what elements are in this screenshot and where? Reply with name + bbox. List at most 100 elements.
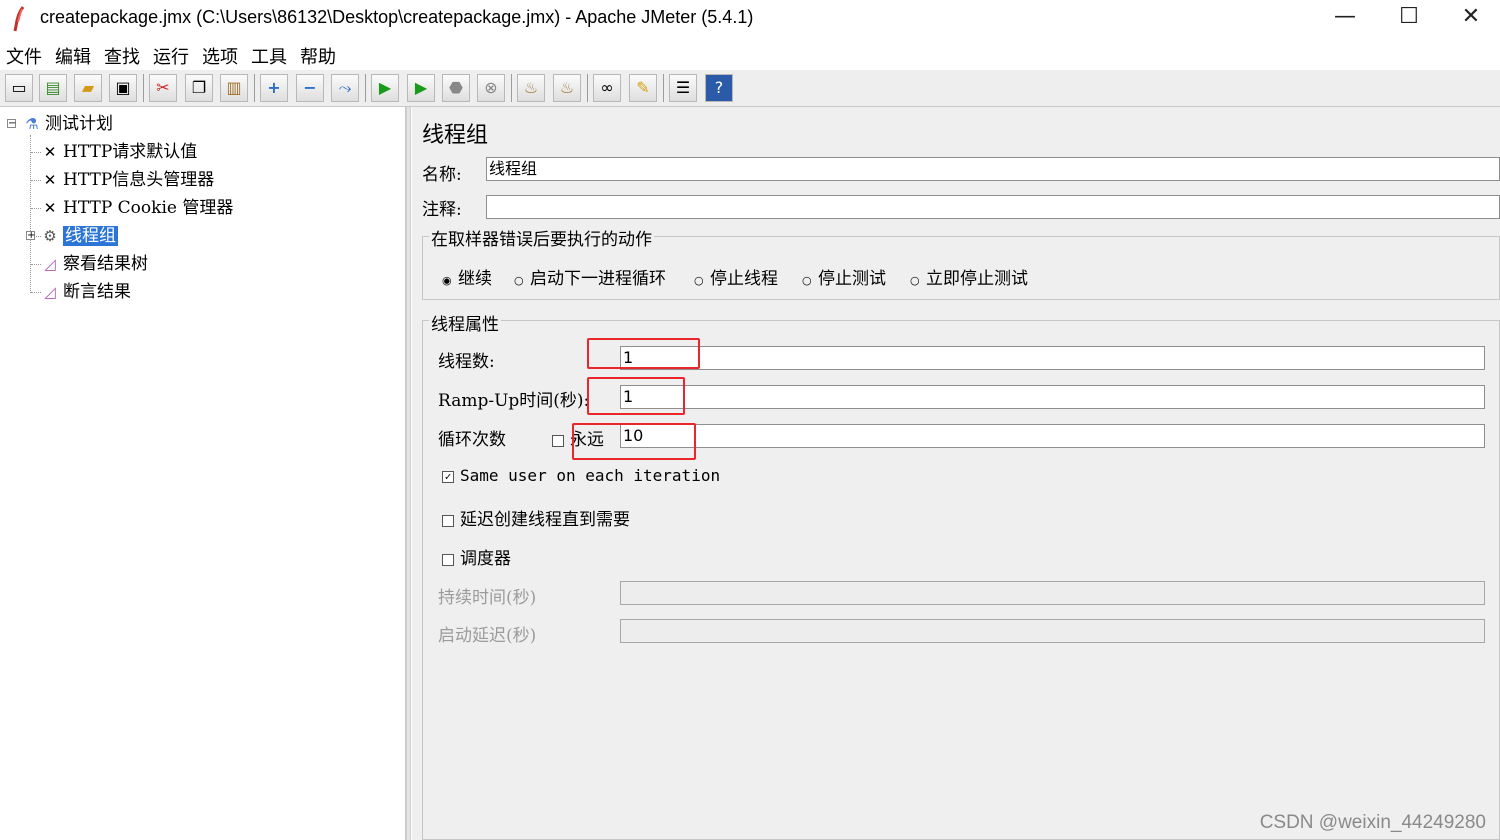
split-pane-divider[interactable] [406, 107, 411, 840]
radio-selected-icon: ◉ [442, 274, 452, 287]
menu-options[interactable]: 选项 [202, 43, 238, 69]
radio-label: 启动下一进程循环 [530, 269, 666, 289]
templates-icon[interactable]: ▤ [39, 74, 67, 102]
tree-item-assertion-results[interactable]: ◿ 断言结果 [40, 280, 131, 304]
delay-thread-creation-checkbox[interactable]: 延迟创建线程直到需要 [442, 505, 630, 530]
window-titlebar: createpackage.jmx (C:\Users\86132\Deskto… [0, 0, 1500, 38]
close-button[interactable]: ✕ [1440, 0, 1500, 36]
duration-label: 持续时间(秒) [438, 588, 537, 608]
error-action-group-title: 在取样器错误后要执行的动作 [429, 225, 654, 250]
search-icon[interactable]: ∞ [593, 74, 621, 102]
tree-item-cookie-manager[interactable]: ✕ HTTP Cookie 管理器 [40, 196, 234, 220]
start-no-pause-icon[interactable]: ▶ [407, 74, 435, 102]
tree-item-label: 线程组 [63, 226, 118, 246]
same-user-label: Same user on each iteration [460, 466, 721, 485]
wrench-icon: ✕ [43, 199, 57, 217]
radio-continue[interactable]: ◉ 继续 [442, 264, 492, 289]
radio-empty-icon: ○ [514, 274, 524, 287]
radio-label: 停止测试 [818, 269, 886, 289]
checkbox-checked-icon: ✓ [442, 470, 454, 483]
scheduler-checkbox[interactable]: 调度器 [442, 544, 511, 569]
thread-group-panel: 线程组 名称: 线程组 注释: 在取样器错误后要执行的动作 ◉ 继续 ○ 启动下一进… [412, 107, 1500, 840]
loop-count-field[interactable]: 10 [620, 424, 1485, 448]
tree-item-test-plan[interactable]: ⚗ 测试计划 [22, 112, 113, 136]
comment-field[interactable] [486, 195, 1500, 219]
collapse-root-toggle[interactable]: − [7, 119, 16, 129]
delay-label: 延迟创建线程直到需要 [460, 510, 630, 530]
expand-icon[interactable]: + [260, 74, 288, 102]
menu-run[interactable]: 运行 [153, 43, 189, 69]
menu-search[interactable]: 查找 [104, 43, 140, 69]
minimize-button[interactable]: — [1314, 0, 1376, 36]
shutdown-icon[interactable]: ⊗ [477, 74, 505, 102]
menu-bar: 文件 编辑 查找 运行 选项 工具 帮助 [0, 38, 1500, 71]
threads-field[interactable]: 1 [620, 346, 1485, 370]
expand-thread-group-toggle[interactable]: + [26, 231, 35, 241]
menu-help[interactable]: 帮助 [300, 43, 336, 69]
checkbox-empty-icon [442, 553, 454, 566]
radio-start-next-loop[interactable]: ○ 启动下一进程循环 [514, 264, 666, 289]
save-icon[interactable]: ▣ [109, 74, 137, 102]
startup-delay-label: 启动延迟(秒) [438, 626, 537, 646]
tree-item-http-defaults[interactable]: ✕ HTTP请求默认值 [40, 140, 198, 164]
maximize-button[interactable]: ☐ [1378, 0, 1440, 36]
scheduler-label: 调度器 [460, 549, 511, 569]
clear-icon[interactable]: ♨ [517, 74, 545, 102]
stop-icon[interactable]: ⬣ [442, 74, 470, 102]
reset-search-icon[interactable]: ✎ [629, 74, 657, 102]
tree-item-label: HTTP Cookie 管理器 [63, 198, 234, 218]
thread-properties-title: 线程属性 [429, 310, 501, 335]
rampup-field[interactable]: 1 [620, 385, 1485, 409]
duration-field[interactable] [620, 581, 1485, 605]
collapse-icon[interactable]: − [296, 74, 324, 102]
loop-count-label: 循环次数 [438, 430, 506, 450]
menu-file[interactable]: 文件 [6, 43, 42, 69]
radio-label: 立即停止测试 [926, 269, 1028, 289]
checkbox-empty-icon [442, 514, 454, 527]
cut-icon[interactable]: ✂ [149, 74, 177, 102]
tree-item-view-results-tree[interactable]: ◿ 察看结果树 [40, 252, 148, 276]
name-field[interactable]: 线程组 [486, 157, 1500, 181]
annotation-box-rampup [587, 377, 685, 415]
name-label: 名称: [422, 165, 462, 185]
graph-icon: ◿ [44, 283, 56, 301]
help-icon[interactable]: ? [705, 74, 733, 102]
flask-icon: ⚗ [25, 115, 39, 133]
startup-delay-field[interactable] [620, 619, 1485, 643]
wrench-icon: ✕ [43, 143, 57, 161]
start-icon[interactable]: ▶ [371, 74, 399, 102]
checkbox-empty-icon [552, 434, 564, 447]
tree-item-label: 断言结果 [63, 282, 131, 302]
copy-icon[interactable]: ❐ [185, 74, 213, 102]
clear-all-icon[interactable]: ♨ [553, 74, 581, 102]
page-title: 线程组 [422, 123, 489, 148]
paste-icon[interactable]: ▥ [220, 74, 248, 102]
radio-empty-icon: ○ [910, 274, 920, 287]
tree-item-label: HTTP信息头管理器 [63, 170, 215, 190]
radio-stop-test-now[interactable]: ○ 立即停止测试 [910, 264, 1028, 289]
graph-icon: ◿ [44, 255, 56, 273]
toggle-icon[interactable]: ⤳ [331, 74, 359, 102]
radio-empty-icon: ○ [694, 274, 704, 287]
same-user-checkbox[interactable]: ✓ Same user on each iteration [442, 466, 720, 485]
gear-icon: ⚙ [43, 227, 57, 245]
function-helper-icon[interactable]: ☰ [669, 74, 697, 102]
radio-stop-test[interactable]: ○ 停止测试 [802, 264, 886, 289]
tree-item-thread-group[interactable]: ⚙ 线程组 [40, 224, 118, 248]
tree-item-label: 察看结果树 [63, 254, 148, 274]
radio-stop-thread[interactable]: ○ 停止线程 [694, 264, 778, 289]
wrench-icon: ✕ [43, 171, 57, 189]
open-icon[interactable]: ▰ [74, 74, 102, 102]
menu-tools[interactable]: 工具 [251, 43, 287, 69]
tree-item-header-manager[interactable]: ✕ HTTP信息头管理器 [40, 168, 215, 192]
radio-label: 停止线程 [710, 269, 778, 289]
new-icon[interactable]: ▭ [5, 74, 33, 102]
jmeter-feather-icon [13, 6, 25, 32]
menu-edit[interactable]: 编辑 [55, 43, 91, 69]
annotation-box-threads [587, 338, 700, 369]
comment-label: 注释: [422, 200, 462, 220]
window-title: createpackage.jmx (C:\Users\86132\Deskto… [40, 7, 754, 27]
toolbar: ▭ ▤ ▰ ▣ ✂ ❐ ▥ + − ⤳ ▶ ▶ ⬣ ⊗ ♨ ♨ ∞ ✎ ☰ ? [0, 70, 1500, 107]
radio-empty-icon: ○ [802, 274, 812, 287]
rampup-label: Ramp-Up时间(秒): [438, 391, 590, 411]
